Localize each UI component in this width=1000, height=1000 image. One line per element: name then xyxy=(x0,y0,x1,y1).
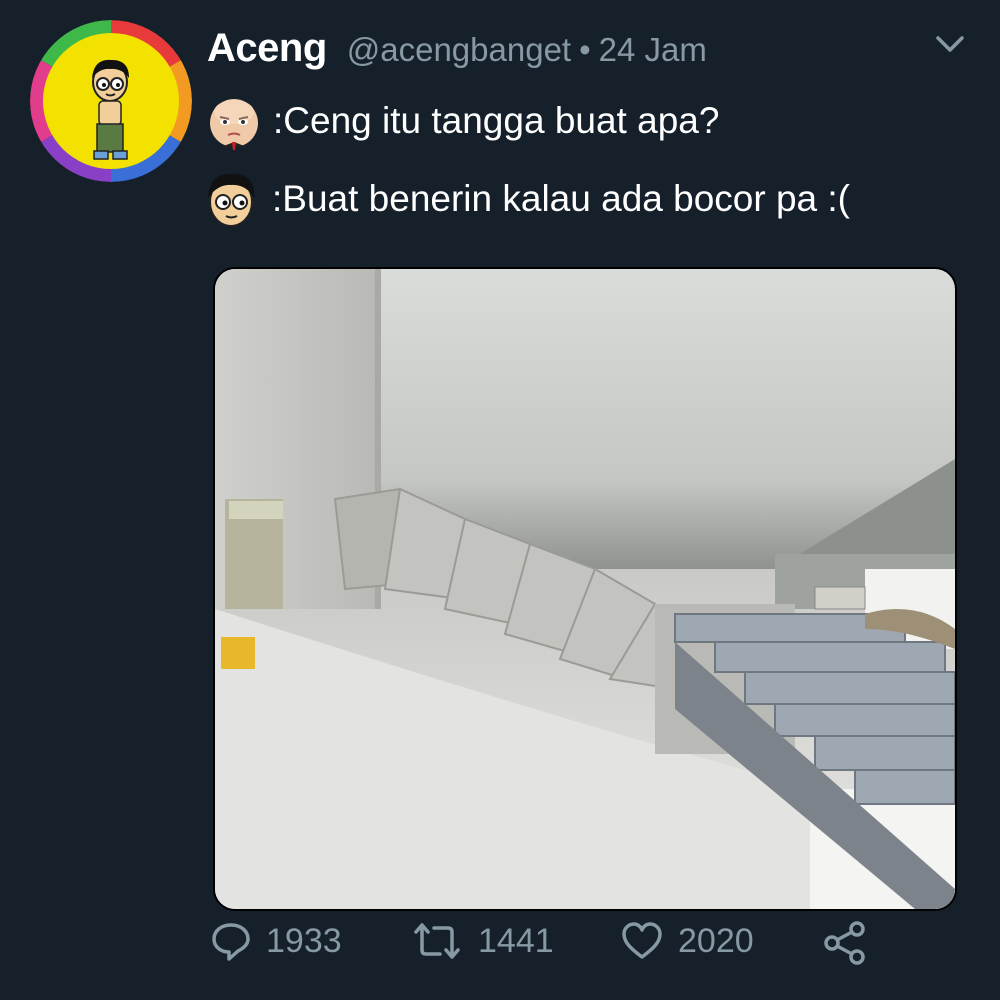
author-handle[interactable]: @acengbanget xyxy=(347,31,571,69)
reply-icon xyxy=(212,923,250,961)
upside-down-staircase-illustration xyxy=(215,269,955,909)
cartoon-boy-face-emoji-icon xyxy=(208,173,255,227)
like-button[interactable]: 2020 xyxy=(620,920,754,962)
like-count: 2020 xyxy=(678,921,754,960)
retweet-button[interactable]: 1441 xyxy=(410,920,554,962)
tweet-line-2-text: :Buat benerin kalau ada bocor pa :( xyxy=(272,178,850,219)
retweet-icon xyxy=(414,923,460,959)
tweet-line-1-text: :Ceng itu tangga buat apa? xyxy=(273,100,720,141)
reply-button[interactable]: 1933 xyxy=(210,920,342,962)
share-button[interactable] xyxy=(822,920,868,966)
tweet-actions: 1933 1441 2020 xyxy=(0,920,1000,980)
reply-count: 1933 xyxy=(266,921,342,960)
tweet-line-1: :Ceng itu tangga buat apa? xyxy=(205,92,719,150)
separator-dot: • xyxy=(579,31,591,68)
timestamp[interactable]: 24 Jam xyxy=(599,31,707,69)
avatar[interactable] xyxy=(30,20,192,182)
chevron-down-icon[interactable] xyxy=(930,30,970,60)
retweet-count: 1441 xyxy=(478,921,554,960)
tweet-media-image[interactable] xyxy=(213,267,957,911)
baby-face-emoji-icon xyxy=(210,99,258,150)
like-icon xyxy=(622,922,662,959)
author-name[interactable]: Aceng xyxy=(207,26,327,71)
share-icon xyxy=(824,921,865,965)
avatar-cartoon-boy-icon xyxy=(30,20,192,182)
tweet-header: Aceng @acengbanget • 24 Jam xyxy=(207,26,707,71)
tweet-line-2: :Buat benerin kalau ada bocor pa :( xyxy=(200,168,850,230)
